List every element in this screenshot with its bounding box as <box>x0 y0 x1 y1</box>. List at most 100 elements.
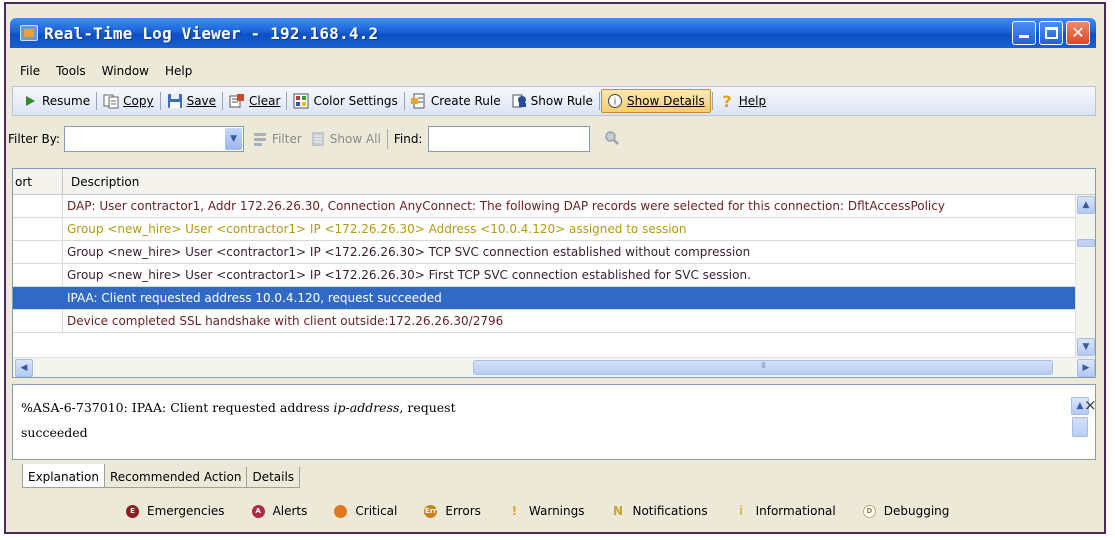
show-all-icon <box>310 131 326 147</box>
legend-label: Critical <box>355 504 398 518</box>
table-row[interactable]: Group <new_hire> User <contractor1> IP <… <box>13 264 1075 287</box>
resume-label: Resume <box>42 94 91 108</box>
search-icon[interactable] <box>604 130 620 149</box>
toolbar-separator <box>96 92 98 110</box>
horizontal-scrollbar[interactable]: ◀ ▶ <box>13 357 1095 377</box>
details-scroll-thumb[interactable] <box>1072 417 1088 437</box>
show-details-label: Show Details <box>626 94 705 108</box>
column-header-description[interactable]: Description <box>63 169 139 195</box>
scroll-left-button[interactable]: ◀ <box>15 359 33 377</box>
port-cell <box>13 218 63 240</box>
table-row[interactable]: Group <new_hire> User <contractor1> IP <… <box>13 241 1075 264</box>
toolbar-separator <box>159 92 161 110</box>
scroll-up-button[interactable]: ▲ <box>1077 196 1095 214</box>
legend-label: Informational <box>755 504 836 518</box>
color-palette-icon <box>293 93 309 109</box>
warnings-icon: ! <box>511 504 518 518</box>
description-cell: Group <new_hire> User <contractor1> IP <… <box>67 222 687 236</box>
legend-warnings: ! Warnings <box>508 504 585 518</box>
details-pane: %ASA-6-737010: IPAA: Client requested ad… <box>12 384 1096 460</box>
critical-icon <box>334 504 348 518</box>
legend-label: Errors <box>445 504 481 518</box>
filter-by-select[interactable]: ▼ <box>64 126 245 152</box>
legend-notifications: N Notifications <box>611 504 708 518</box>
color-settings-button[interactable]: Color Settings <box>288 89 402 113</box>
message-line-2: succeeded <box>21 425 88 440</box>
log-table: ort Description DAP: User contractor1, A… <box>12 168 1096 378</box>
debugging-icon: D <box>862 504 876 518</box>
description-cell: Group <new_hire> User <contractor1> IP <… <box>67 268 751 282</box>
severity-legend: E Emergencies A Alerts Critical Err Errors … <box>126 504 976 518</box>
message-prefix: %ASA-6-737010: IPAA: Client requested ad… <box>21 400 334 415</box>
legend-informational: i Informational <box>735 504 836 518</box>
chevron-down-icon[interactable]: ▼ <box>225 128 243 150</box>
minimize-button[interactable] <box>1012 21 1036 45</box>
title-bar[interactable]: Real-Time Log Viewer - 192.168.4.2 ✕ <box>10 18 1096 48</box>
maximize-button[interactable] <box>1039 21 1063 45</box>
close-details-button[interactable]: × <box>1084 396 1097 414</box>
table-row[interactable]: Device completed SSL handshake with clie… <box>13 310 1075 333</box>
description-cell: DAP: User contractor1, Addr 172.26.26.30… <box>67 199 945 213</box>
description-cell: IPAA: Client requested address 10.0.4.12… <box>67 291 442 305</box>
menu-help[interactable]: Help <box>157 64 200 78</box>
help-button[interactable]: ? Help <box>714 89 771 113</box>
table-row[interactable]: IPAA: Client requested address 10.0.4.12… <box>13 287 1075 310</box>
help-label: Help <box>738 94 767 108</box>
port-cell <box>13 195 63 217</box>
vertical-scrollbar[interactable]: ▲ ▼ <box>1075 195 1095 357</box>
floppy-disk-icon <box>167 93 183 109</box>
play-icon <box>22 93 38 109</box>
copy-button[interactable]: Copy <box>98 89 158 113</box>
close-window-button[interactable]: ✕ <box>1066 21 1090 45</box>
show-details-button[interactable]: i Show Details <box>600 89 711 113</box>
show-rule-label: Show Rule <box>530 94 593 108</box>
show-rule-button[interactable]: Show Rule <box>506 89 598 113</box>
clear-log-icon <box>229 93 245 109</box>
errors-icon: Err <box>424 504 438 518</box>
show-rule-icon <box>511 93 527 109</box>
message-suffix: , request <box>399 400 456 415</box>
column-header-port[interactable]: ort <box>13 169 63 195</box>
find-label: Find: <box>393 132 423 146</box>
tab-details[interactable]: Details <box>246 467 301 488</box>
menu-window[interactable]: Window <box>94 64 157 78</box>
find-input[interactable] <box>428 126 591 152</box>
filter-button[interactable]: Filter <box>252 131 302 147</box>
resume-button[interactable]: Resume <box>17 89 95 113</box>
informational-icon: i <box>739 504 744 518</box>
show-all-button[interactable]: Show All <box>310 131 381 147</box>
clear-label: Clear <box>249 94 281 108</box>
legend-emergencies: E Emergencies <box>126 504 225 518</box>
legend-errors: Err Errors <box>424 504 481 518</box>
create-rule-button[interactable]: Create Rule <box>406 89 506 113</box>
message-variable: ip-address <box>333 400 400 415</box>
toolbar-separator <box>222 92 224 110</box>
menu-tools[interactable]: Tools <box>48 64 94 78</box>
port-cell <box>13 310 63 332</box>
scroll-down-button[interactable]: ▼ <box>1077 338 1095 356</box>
tab-explanation[interactable]: Explanation <box>22 464 105 488</box>
clear-button[interactable]: Clear <box>224 89 285 113</box>
legend-alerts: A Alerts <box>251 504 307 518</box>
filter-icon <box>252 131 268 147</box>
app-icon <box>20 25 38 41</box>
alerts-icon: A <box>251 504 265 518</box>
table-row[interactable]: DAP: User contractor1, Addr 172.26.26.30… <box>13 195 1075 218</box>
scroll-right-button[interactable]: ▶ <box>1077 359 1095 377</box>
menu-file[interactable]: File <box>10 64 48 78</box>
toolbar-separator <box>286 92 288 110</box>
filter-by-label: Filter By: <box>8 132 61 146</box>
legend-label: Debugging <box>883 504 950 518</box>
copy-label: Copy <box>123 94 154 108</box>
tab-recommended-action[interactable]: Recommended Action <box>103 467 248 488</box>
legend-debugging: D Debugging <box>862 504 950 518</box>
emergencies-icon: E <box>126 504 139 518</box>
close-icon: ✕ <box>1071 23 1085 42</box>
save-button[interactable]: Save <box>162 89 221 113</box>
vertical-scroll-thumb[interactable] <box>1077 239 1095 247</box>
port-cell <box>13 241 63 263</box>
horizontal-scroll-thumb[interactable] <box>473 360 1053 375</box>
table-row[interactable]: Group <new_hire> User <contractor1> IP <… <box>13 218 1075 241</box>
notifications-icon: N <box>612 504 623 518</box>
legend-label: Emergencies <box>147 504 225 518</box>
